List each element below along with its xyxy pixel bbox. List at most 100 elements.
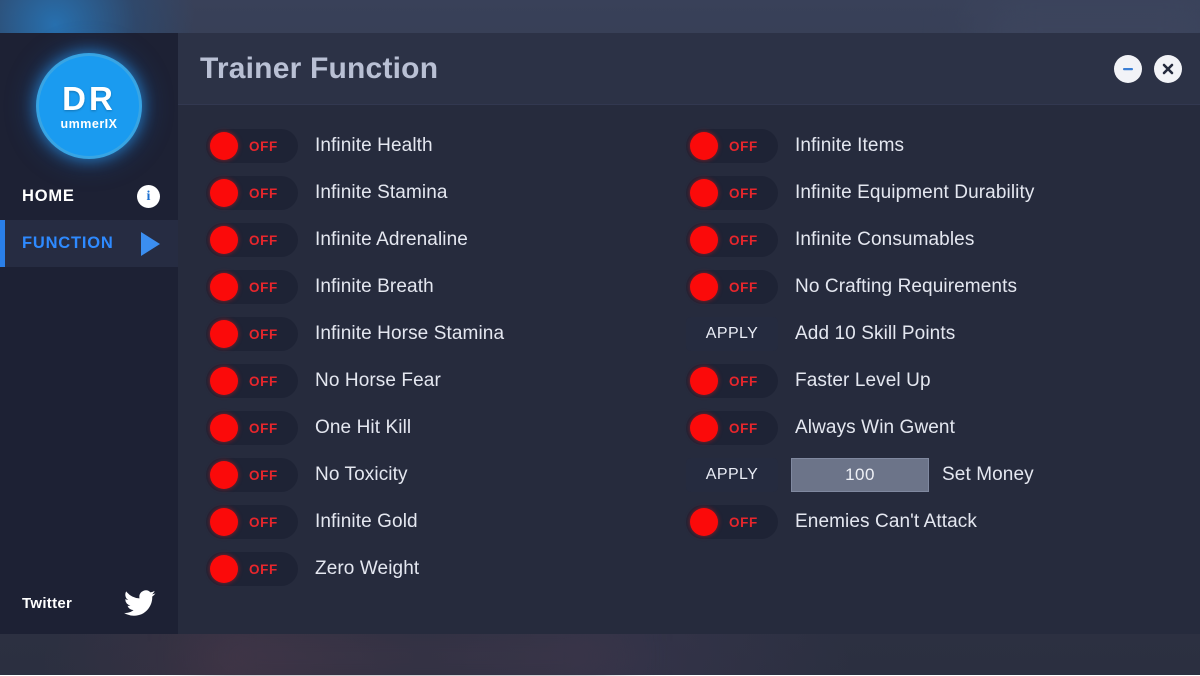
function-label: Infinite Breath <box>315 276 434 298</box>
function-label: No Crafting Requirements <box>795 276 1017 298</box>
main-panel: Trainer Function <box>178 33 1200 634</box>
function-row: OFF Infinite Stamina <box>206 176 658 210</box>
function-row: OFF No Horse Fear <box>206 364 658 398</box>
toggle-infinite-breath[interactable]: OFF <box>206 270 298 304</box>
toggle-state: OFF <box>249 515 278 530</box>
twitter-link[interactable]: Twitter <box>0 572 178 634</box>
logo-circle: DR ummerIX <box>39 56 139 156</box>
app-logo: DR ummerIX <box>0 33 178 173</box>
toggle-infinite-horse-stamina[interactable]: OFF <box>206 317 298 351</box>
function-label: Infinite Adrenaline <box>315 229 468 251</box>
toggle-knob-icon <box>210 508 238 536</box>
toggle-knob-icon <box>690 179 718 207</box>
function-row: OFF Infinite Consumables <box>686 223 1200 257</box>
toggle-knob-icon <box>690 132 718 160</box>
function-row: OFF Infinite Equipment Durability <box>686 176 1200 210</box>
toggle-knob-icon <box>210 555 238 583</box>
toggle-infinite-gold[interactable]: OFF <box>206 505 298 539</box>
toggle-knob-icon <box>690 367 718 395</box>
toggle-faster-level-up[interactable]: OFF <box>686 364 778 398</box>
info-icon[interactable]: i <box>137 185 160 208</box>
toggle-state: OFF <box>729 139 758 154</box>
play-arrow-icon <box>141 232 160 256</box>
toggle-state: OFF <box>249 468 278 483</box>
toggle-knob-icon <box>210 273 238 301</box>
function-row: OFF Infinite Items <box>686 129 1200 163</box>
toggle-infinite-items[interactable]: OFF <box>686 129 778 163</box>
sidebar-item-function[interactable]: FUNCTION <box>0 220 178 267</box>
function-row: OFF Infinite Breath <box>206 270 658 304</box>
twitter-icon[interactable] <box>124 590 156 617</box>
toggle-knob-icon <box>690 226 718 254</box>
toggle-state: OFF <box>729 374 758 389</box>
function-label: Faster Level Up <box>795 370 931 392</box>
toggle-knob-icon <box>690 508 718 536</box>
close-icon[interactable] <box>1154 55 1182 83</box>
function-row: OFF No Crafting Requirements <box>686 270 1200 304</box>
function-column-left: OFF Infinite Health OFF Infinite Stamina… <box>178 129 658 634</box>
sidebar-spacer <box>0 267 178 572</box>
title-bar: Trainer Function <box>178 33 1200 105</box>
toggle-state: OFF <box>729 233 758 248</box>
function-label: Always Win Gwent <box>795 417 955 439</box>
toggle-state: OFF <box>729 186 758 201</box>
toggle-knob-icon <box>210 414 238 442</box>
function-row: OFF Zero Weight <box>206 552 658 586</box>
toggle-state: OFF <box>249 186 278 201</box>
apply-button-set-money[interactable]: APPLY <box>686 458 778 492</box>
toggle-state: OFF <box>249 374 278 389</box>
toggle-state: OFF <box>729 515 758 530</box>
function-label: Zero Weight <box>315 558 419 580</box>
function-grid: OFF Infinite Health OFF Infinite Stamina… <box>178 105 1200 634</box>
function-label: Set Money <box>942 464 1034 486</box>
toggle-always-win-gwent[interactable]: OFF <box>686 411 778 445</box>
toggle-no-toxicity[interactable]: OFF <box>206 458 298 492</box>
function-row: OFF Infinite Horse Stamina <box>206 317 658 351</box>
function-label: Infinite Consumables <box>795 229 974 251</box>
twitter-label: Twitter <box>22 595 72 612</box>
function-row: OFF Enemies Can't Attack <box>686 505 1200 539</box>
toggle-no-crafting-requirements[interactable]: OFF <box>686 270 778 304</box>
function-row: OFF No Toxicity <box>206 458 658 492</box>
sidebar-item-function-label: FUNCTION <box>22 234 114 253</box>
set-money-input[interactable]: 100 <box>791 458 929 492</box>
toggle-state: OFF <box>249 233 278 248</box>
function-row: OFF Infinite Adrenaline <box>206 223 658 257</box>
minimize-icon[interactable] <box>1114 55 1142 83</box>
trainer-window: DR ummerIX HOME i FUNCTION Twitter <box>0 33 1200 634</box>
toggle-state: OFF <box>249 562 278 577</box>
function-label: Infinite Items <box>795 135 904 157</box>
toggle-knob-icon <box>690 273 718 301</box>
toggle-infinite-adrenaline[interactable]: OFF <box>206 223 298 257</box>
function-label: Infinite Health <box>315 135 433 157</box>
toggle-enemies-cant-attack[interactable]: OFF <box>686 505 778 539</box>
function-column-right: OFF Infinite Items OFF Infinite Equipmen… <box>658 129 1200 634</box>
toggle-state: OFF <box>249 139 278 154</box>
function-row: APPLY Add 10 Skill Points <box>686 317 1200 351</box>
toggle-infinite-equipment-durability[interactable]: OFF <box>686 176 778 210</box>
toggle-infinite-stamina[interactable]: OFF <box>206 176 298 210</box>
toggle-knob-icon <box>690 414 718 442</box>
function-row: OFF Infinite Health <box>206 129 658 163</box>
function-label: Infinite Stamina <box>315 182 448 204</box>
function-label: Infinite Horse Stamina <box>315 323 504 345</box>
function-label: No Toxicity <box>315 464 408 486</box>
toggle-knob-icon <box>210 461 238 489</box>
page-title: Trainer Function <box>200 52 438 86</box>
toggle-state: OFF <box>249 327 278 342</box>
toggle-infinite-health[interactable]: OFF <box>206 129 298 163</box>
function-label: Enemies Can't Attack <box>795 511 977 533</box>
toggle-no-horse-fear[interactable]: OFF <box>206 364 298 398</box>
function-row: OFF One Hit Kill <box>206 411 658 445</box>
sidebar-item-home[interactable]: HOME i <box>0 173 178 220</box>
toggle-state: OFF <box>249 280 278 295</box>
toggle-infinite-consumables[interactable]: OFF <box>686 223 778 257</box>
function-label: Add 10 Skill Points <box>795 323 955 345</box>
toggle-knob-icon <box>210 226 238 254</box>
toggle-one-hit-kill[interactable]: OFF <box>206 411 298 445</box>
window-controls <box>1114 55 1182 83</box>
function-row: OFF Infinite Gold <box>206 505 658 539</box>
apply-button-add-skill-points[interactable]: APPLY <box>686 317 778 351</box>
toggle-zero-weight[interactable]: OFF <box>206 552 298 586</box>
toggle-state: OFF <box>249 421 278 436</box>
